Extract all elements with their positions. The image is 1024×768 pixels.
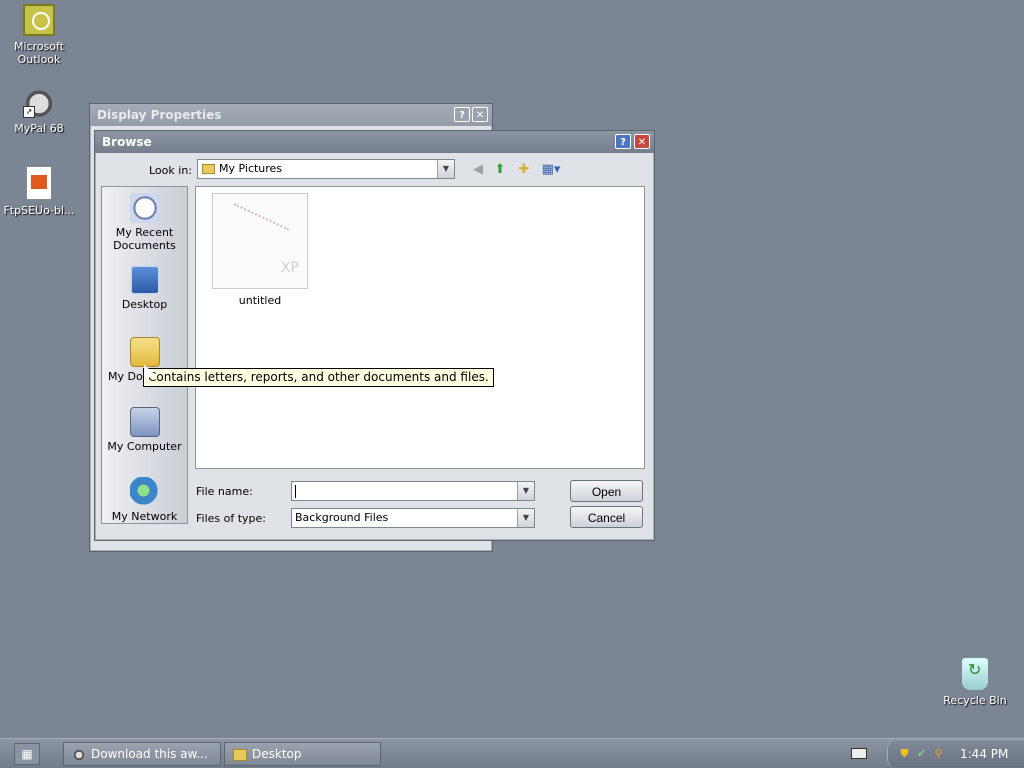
files-of-type-value: Background Files xyxy=(295,511,389,524)
place-my-recent-documents[interactable]: My Recent Documents xyxy=(102,193,187,252)
mypal-icon: ↗ xyxy=(23,86,55,118)
file-list[interactable]: XP untitled xyxy=(195,186,645,469)
look-in-dropdown[interactable]: My Pictures ▼ xyxy=(197,159,455,179)
mypal-icon xyxy=(72,748,86,761)
place-my-network[interactable]: My Network xyxy=(102,477,187,523)
window-title: Display Properties xyxy=(97,108,222,122)
file-name-label[interactable]: untitled xyxy=(212,294,308,307)
places-bar: My Recent Documents Desktop My Do My Com… xyxy=(101,186,188,524)
start-icon: ▦ xyxy=(21,747,33,761)
my-computer-icon xyxy=(129,407,160,437)
place-label: My Computer xyxy=(107,440,182,453)
place-desktop[interactable]: Desktop xyxy=(102,265,187,311)
view-menu-icon[interactable]: ▦▾ xyxy=(539,161,563,179)
chevron-down-icon[interactable]: ▼ xyxy=(517,509,534,527)
display-properties-titlebar[interactable]: Display Properties ? ✕ xyxy=(90,104,492,126)
open-button[interactable]: Open xyxy=(570,480,643,502)
file-name-label: File name: xyxy=(196,485,253,498)
close-button[interactable]: ✕ xyxy=(634,134,650,149)
my-pictures-folder-icon xyxy=(202,164,215,174)
close-button[interactable]: ✕ xyxy=(472,107,488,122)
desktop-icon-label: Recycle Bin xyxy=(943,694,1007,707)
shortcut-arrow-icon: ↗ xyxy=(23,106,35,118)
network-icon xyxy=(129,477,160,507)
recycle-bin-icon xyxy=(962,658,988,690)
new-folder-icon[interactable]: ✚ xyxy=(515,161,533,179)
desktop-icon-outlook[interactable]: Microsoft Outlook xyxy=(0,4,78,66)
look-in-value: My Pictures xyxy=(219,162,283,175)
task-label: Download this aw... xyxy=(91,747,208,761)
thumbnail-text: XP xyxy=(280,260,299,276)
place-label: My Recent Documents xyxy=(113,226,176,252)
taskbar-task-download[interactable]: Download this aw... xyxy=(63,742,221,766)
desktop-icon-recycle-bin[interactable]: Recycle Bin xyxy=(936,658,1014,707)
browse-dialog: Browse ? ✕ Look in: My Pictures ▼ ◀ ⬆ ✚ … xyxy=(94,130,655,541)
browse-titlebar[interactable]: Browse ? ✕ xyxy=(95,131,654,153)
place-label: My Network xyxy=(111,510,178,523)
desktop-icon-label: MyPal 68 xyxy=(14,122,64,135)
file-icon xyxy=(26,166,52,200)
place-label: Desktop xyxy=(121,298,168,311)
back-icon[interactable]: ◀ xyxy=(469,161,487,179)
cancel-button[interactable]: Cancel xyxy=(570,506,643,528)
look-in-label: Look in: xyxy=(149,164,192,177)
text-caret xyxy=(295,484,296,498)
recent-documents-icon xyxy=(129,193,160,223)
help-button[interactable]: ? xyxy=(615,134,631,149)
chevron-down-icon[interactable]: ▼ xyxy=(437,160,454,178)
place-my-computer[interactable]: My Computer xyxy=(102,407,187,453)
network-status-icon[interactable]: ✔ xyxy=(915,747,928,760)
files-of-type-dropdown[interactable]: Background Files ▼ xyxy=(291,508,535,528)
desktop-icon-label: FtpSEUo-bl... xyxy=(3,204,75,217)
tooltip: Contains letters, reports, and other doc… xyxy=(143,368,494,387)
file-thumbnail[interactable]: XP xyxy=(212,193,308,289)
system-tray: ⛊ ✔ ⚲ 1:44 PM xyxy=(887,741,1024,767)
clock[interactable]: 1:44 PM xyxy=(960,741,1008,767)
up-folder-icon[interactable]: ⬆ xyxy=(491,161,509,179)
taskbar-task-desktop[interactable]: Desktop xyxy=(224,742,381,766)
task-label: Desktop xyxy=(252,747,302,761)
files-of-type-label: Files of type: xyxy=(196,512,267,525)
folder-icon xyxy=(233,748,247,761)
file-name-input[interactable]: ▼ xyxy=(291,481,535,501)
start-button[interactable]: ▦ xyxy=(14,743,40,765)
chevron-down-icon[interactable]: ▼ xyxy=(517,482,534,500)
my-documents-icon xyxy=(129,337,160,367)
thumbnail-sketch xyxy=(216,203,290,267)
search-icon[interactable]: ⚲ xyxy=(932,747,945,760)
desktop-icon-label: Microsoft Outlook xyxy=(13,40,65,66)
outlook-icon xyxy=(23,4,55,36)
dialog-title: Browse xyxy=(102,135,152,149)
desktop-icon xyxy=(129,265,160,295)
security-shield-icon[interactable]: ⛊ xyxy=(898,747,911,760)
taskbar: ▦ Download this aw... Desktop ⛊ ✔ ⚲ 1:44… xyxy=(0,738,1024,768)
desktop-icon-mypal[interactable]: ↗ MyPal 68 xyxy=(0,86,78,135)
keyboard-icon[interactable] xyxy=(851,748,867,759)
desktop-icon-file[interactable]: FtpSEUo-bl... xyxy=(0,166,78,217)
help-button[interactable]: ? xyxy=(454,107,470,122)
